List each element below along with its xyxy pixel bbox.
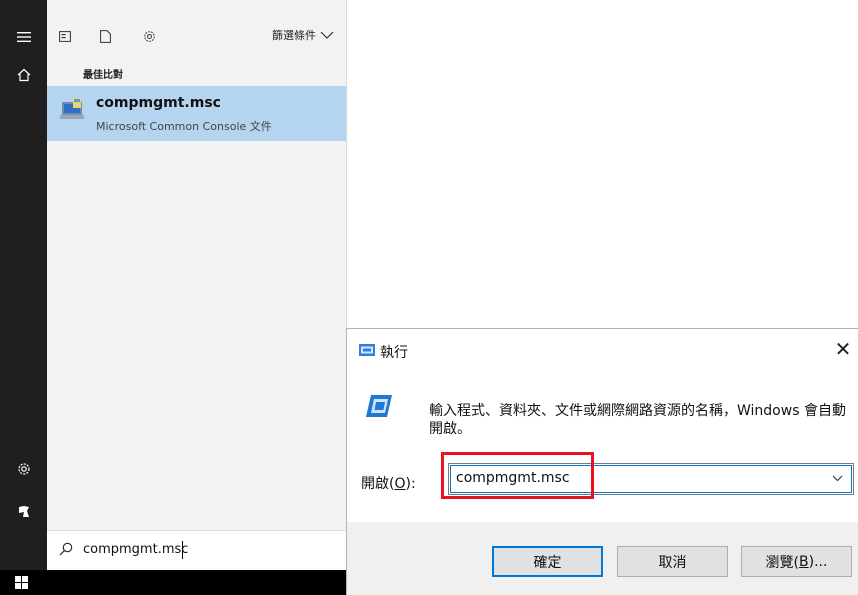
search-results-panel: 篩選條件 最佳比對 compmgmt.msc Microsoft Common … — [47, 0, 346, 570]
dialog-description: 輸入程式、資料夾、文件或網際網路資源的名稱，Windows 會自動開啟。 — [429, 403, 846, 437]
user-icon[interactable] — [0, 494, 47, 528]
filter-dropdown[interactable]: 篩選條件 — [272, 27, 334, 43]
taskbar — [0, 570, 346, 595]
result-subtitle: Microsoft Common Console 文件 — [96, 120, 272, 133]
settings-icon[interactable] — [0, 452, 47, 486]
section-label: 最佳比對 — [83, 70, 123, 81]
cancel-button[interactable]: 取消 — [617, 546, 728, 577]
text-caret — [182, 541, 183, 559]
gear-icon[interactable] — [137, 24, 161, 48]
search-query: compmgmt.msc — [83, 542, 189, 557]
search-input[interactable]: compmgmt.msc — [47, 530, 346, 570]
search-icon — [59, 542, 73, 560]
run-icon — [359, 344, 375, 356]
best-match-result[interactable]: compmgmt.msc Microsoft Common Console 文件 — [47, 86, 346, 141]
apps-icon[interactable] — [53, 24, 77, 48]
dialog-footer: 確定 取消 瀏覽(B)... — [347, 522, 858, 595]
filter-label: 篩選條件 — [272, 29, 316, 42]
start-rail — [0, 0, 47, 570]
document-icon[interactable] — [93, 24, 117, 48]
windows-logo-icon[interactable] — [15, 576, 28, 589]
hamburger-icon[interactable] — [0, 20, 47, 54]
panel-toolbar: 篩選條件 — [47, 0, 346, 64]
open-label: 開啟(O): — [361, 476, 416, 492]
chevron-down-icon[interactable] — [832, 472, 843, 485]
home-icon[interactable] — [0, 58, 47, 92]
run-program-icon — [366, 395, 392, 417]
browse-button[interactable]: 瀏覽(B)... — [741, 546, 852, 577]
chevron-down-icon — [320, 31, 334, 39]
run-dialog: 執行 ✕ 輸入程式、資料夾、文件或網際網路資源的名稱，Windows 會自動開啟… — [346, 328, 858, 595]
dialog-title: 執行 — [380, 345, 408, 361]
result-title: compmgmt.msc — [96, 95, 221, 111]
ok-button[interactable]: 確定 — [492, 546, 603, 577]
divider — [346, 0, 347, 328]
close-icon[interactable]: ✕ — [832, 338, 854, 360]
annotation-highlight-box — [441, 452, 594, 499]
computer-management-icon — [60, 98, 84, 119]
